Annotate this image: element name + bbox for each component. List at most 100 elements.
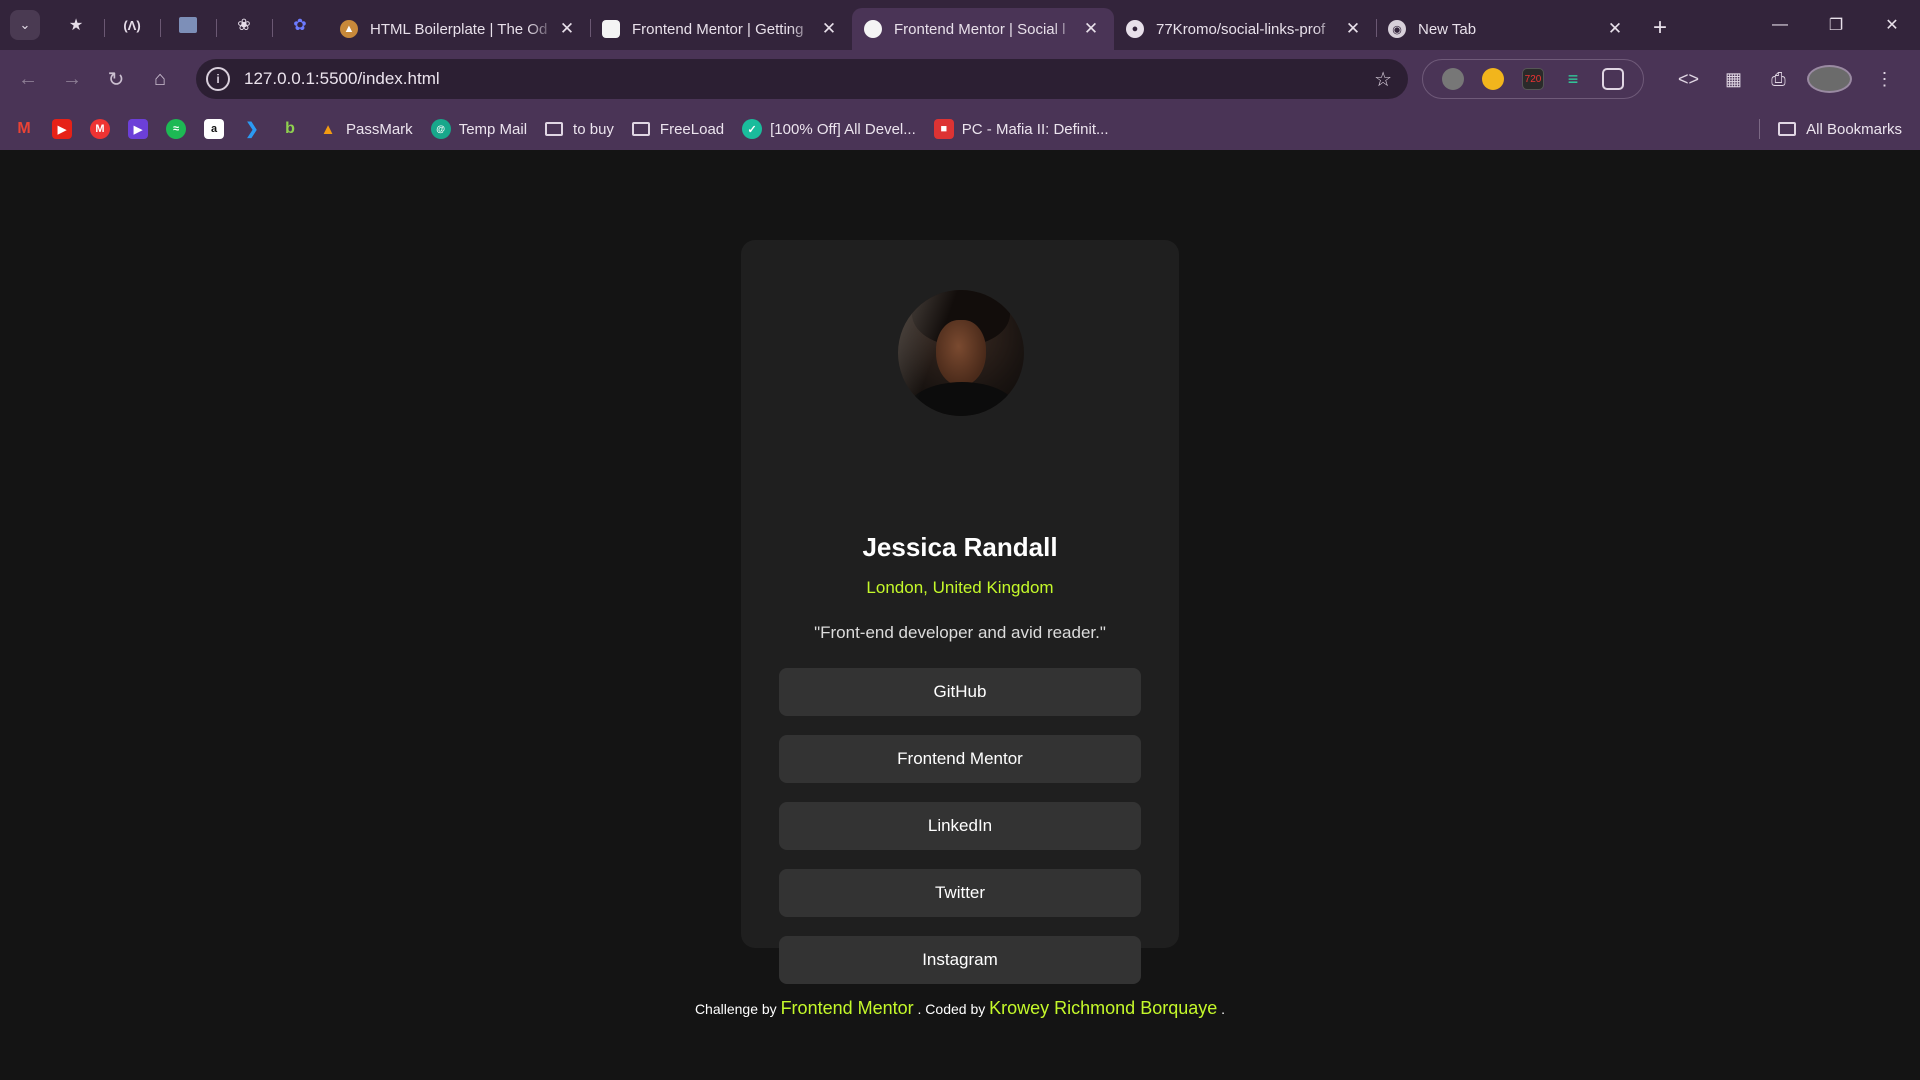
profile-bio: "Front-end developer and avid reader." (814, 623, 1106, 642)
bookmark-label: PC - Mafia II: Definit... (961, 120, 1109, 138)
video-extension-icon[interactable]: 720 (1522, 68, 1544, 90)
avatar-light (898, 290, 1024, 416)
bookmark-devel[interactable]: ✓ [100% Off] All Devel... (742, 119, 916, 139)
qr-code-icon[interactable]: ▦ (1711, 69, 1756, 90)
url-text[interactable]: 127.0.0.1:5500/index.html (244, 69, 440, 89)
fm-icon (864, 20, 882, 38)
tab-0[interactable]: ▲ HTML Boilerplate | The Od ✕ (328, 8, 590, 50)
site-info-icon[interactable]: i (206, 67, 230, 91)
author-link[interactable]: Krowey Richmond Borquaye (989, 998, 1217, 1018)
close-window-icon[interactable]: ✕ (1864, 0, 1920, 50)
bookmark-youtube[interactable]: ▶ (52, 119, 72, 139)
extensions-group: 720 ≡ (1422, 59, 1644, 99)
shield-extension-icon[interactable] (1442, 68, 1464, 90)
close-icon[interactable]: ✕ (818, 19, 840, 39)
bird-icon: ✿ (293, 17, 307, 34)
video-app-icon: ▶ (128, 119, 148, 139)
bookmark-mafia[interactable]: ■ PC - Mafia II: Definit... (933, 119, 1109, 139)
more-menu-icon[interactable]: ⋮ (1862, 69, 1907, 90)
spotify-icon: ≈ (166, 119, 186, 139)
temp-mail-icon: @ (430, 119, 451, 139)
tab-4[interactable]: ◉ New Tab ✕ (1376, 8, 1638, 50)
code-icon[interactable]: <> (1666, 69, 1711, 90)
amazon-icon: a (204, 119, 224, 139)
pinned-tab-astro[interactable]: (Λ) (104, 8, 160, 42)
bookmark-label: to buy (573, 120, 614, 138)
odin-icon: ▲ (340, 20, 358, 38)
social-links: GitHub Frontend Mentor LinkedIn Twitter … (779, 668, 1141, 1003)
instagram-link-button[interactable]: Instagram (779, 936, 1141, 984)
home-button[interactable]: ⌂ (138, 57, 182, 101)
divider (1759, 119, 1761, 139)
bookmark-star-icon[interactable]: ☆ (1374, 67, 1392, 92)
close-icon[interactable]: ✕ (1080, 19, 1102, 39)
tab-title: Frontend Mentor | Social l (894, 20, 1066, 38)
moon-extension-icon[interactable] (1482, 68, 1504, 90)
bookmark-folder-freeload[interactable]: FreeLoad (631, 121, 724, 138)
pinned-tab-chatgpt[interactable]: ❀ (216, 8, 272, 42)
bookmark-b[interactable]: b (280, 119, 300, 139)
tab-title: Frontend Mentor | Getting (632, 20, 804, 38)
folder-icon (545, 122, 564, 136)
arrow-right-icon: → (62, 67, 82, 90)
print-icon[interactable]: ⎙ (1756, 69, 1801, 90)
restore-icon[interactable]: ❐ (1808, 0, 1864, 50)
attribution-suffix: . (1221, 1001, 1226, 1017)
browser-toolbar: ← → ↻ ⌂ i 127.0.0.1:5500/index.html ☆ 72… (0, 50, 1920, 108)
youtube-icon: ▶ (52, 119, 72, 139)
frontend-mentor-link-button[interactable]: Frontend Mentor (779, 735, 1141, 783)
bookmark-m[interactable]: M (90, 119, 110, 139)
check-circle-icon: ✓ (742, 119, 763, 139)
all-bookmarks[interactable]: All Bookmarks (1759, 108, 1902, 150)
attribution: Challenge by Frontend Mentor . Coded by … (0, 998, 1920, 1019)
folder-icon (631, 122, 650, 136)
m-app-icon: M (90, 119, 110, 139)
window-controls: — ❐ ✕ (1752, 0, 1920, 50)
github-icon: ● (1126, 20, 1144, 38)
bookmark-passmark[interactable]: ▲ PassMark (318, 119, 413, 139)
pinned-tab-bookmarks[interactable]: ★ (48, 8, 104, 42)
flag-extension-icon[interactable]: ≡ (1562, 68, 1584, 90)
chrome-icon: ◉ (1388, 20, 1406, 38)
pinned-tab-image[interactable] (160, 8, 216, 42)
bookmark-gmail[interactable]: M (14, 119, 34, 139)
back-button[interactable]: ← (6, 57, 50, 101)
tab-search-button[interactable]: ⌄ (10, 10, 40, 40)
tab-2-active[interactable]: Frontend Mentor | Social l ✕ (852, 8, 1114, 50)
bookmark-vscode[interactable]: ❯ (242, 119, 262, 139)
arrow-left-icon: ← (18, 67, 38, 90)
pinned-tabs: ★ (Λ) ❀ ✿ (48, 8, 328, 42)
linkedin-link-button[interactable]: LinkedIn (779, 802, 1141, 850)
tab-title: 77Kromo/social-links-prof (1156, 20, 1326, 38)
home-icon: ⌂ (153, 67, 167, 90)
bookmark-amazon[interactable]: a (204, 119, 224, 139)
tab-strip: ⌄ ★ (Λ) ❀ ✿ ▲ HTML Boilerplate | The Od … (0, 0, 1920, 50)
github-link-button[interactable]: GitHub (779, 668, 1141, 716)
tab-1[interactable]: Frontend Mentor | Getting ✕ (590, 8, 852, 50)
tab-3[interactable]: ● 77Kromo/social-links-prof ✕ (1114, 8, 1376, 50)
twitter-link-button[interactable]: Twitter (779, 869, 1141, 917)
close-icon[interactable]: ✕ (1342, 19, 1364, 39)
fm-icon (602, 20, 620, 38)
forward-button[interactable]: → (50, 57, 94, 101)
profile-name: Jessica Randall (862, 532, 1058, 562)
chatgpt-icon: ❀ (237, 17, 251, 34)
challenge-link[interactable]: Frontend Mentor (781, 998, 914, 1018)
flame-icon: ▲ (320, 120, 336, 138)
address-bar[interactable]: i 127.0.0.1:5500/index.html ☆ (196, 59, 1408, 99)
new-tab-button[interactable]: + (1642, 10, 1678, 46)
bookmark-spotify[interactable]: ≈ (166, 119, 186, 139)
bookmark-video[interactable]: ▶ (128, 119, 148, 139)
reload-icon: ↻ (107, 68, 125, 91)
minimize-icon[interactable]: — (1752, 0, 1808, 50)
bookmark-label: Temp Mail (458, 120, 528, 138)
bookmark-folder-to-buy[interactable]: to buy (545, 121, 614, 138)
close-icon[interactable]: ✕ (556, 19, 578, 39)
bookmark-label: [100% Off] All Devel... (770, 120, 916, 138)
profile-avatar[interactable] (1807, 65, 1852, 93)
close-icon[interactable]: ✕ (1604, 19, 1626, 39)
bookmark-temp-mail[interactable]: @ Temp Mail (430, 119, 528, 139)
reload-button[interactable]: ↻ (94, 57, 138, 101)
puzzle-extension-icon[interactable] (1602, 68, 1624, 90)
pinned-tab-bird[interactable]: ✿ (272, 8, 328, 42)
